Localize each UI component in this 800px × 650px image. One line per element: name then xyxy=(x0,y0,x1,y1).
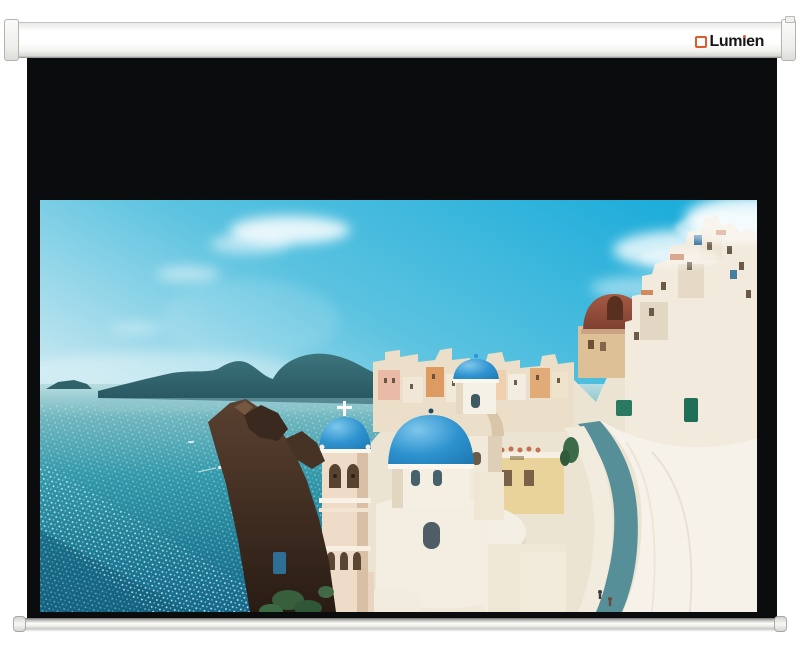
product-photo: Lumıen xyxy=(0,0,800,650)
casing-end-cap-right xyxy=(781,19,796,61)
brand-logo: Lumıen xyxy=(695,34,765,50)
lumien-square-icon xyxy=(695,36,707,48)
casing-end-cap-left xyxy=(4,19,19,61)
screen-casing xyxy=(7,22,793,57)
logo-part-post: en xyxy=(746,34,764,50)
green-gate xyxy=(616,400,632,416)
projected-image xyxy=(40,200,757,612)
blue-door xyxy=(273,552,286,574)
weight-bar-cap-left xyxy=(13,616,26,632)
weight-bar-cap-right xyxy=(774,616,787,632)
weight-bar xyxy=(17,618,783,629)
santorini-scene xyxy=(40,200,757,612)
green-door xyxy=(684,398,698,422)
logo-letter-i: ı xyxy=(742,34,746,50)
logo-part-pre: Lum xyxy=(710,34,743,50)
brand-logo-text: Lumıen xyxy=(710,34,765,50)
